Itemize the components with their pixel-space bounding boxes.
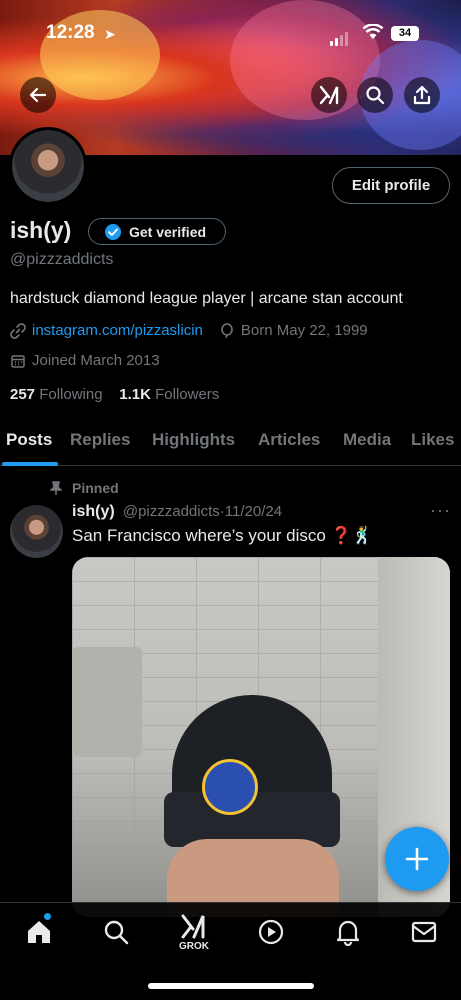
profile-handle: @pizzzaddicts	[10, 251, 114, 268]
nav-home[interactable]	[24, 917, 54, 947]
nav-grok-label: GROK	[179, 941, 209, 952]
grok-icon	[181, 914, 205, 939]
following-count: 257	[10, 386, 36, 403]
search-button[interactable]	[357, 77, 393, 113]
nav-video[interactable]	[256, 917, 286, 947]
balloon-icon	[221, 322, 233, 338]
nav-notifications[interactable]	[333, 917, 363, 947]
profile-joined-row: Joined March 2013	[10, 352, 160, 369]
profile-bio: hardstuck diamond league player | arcane…	[10, 290, 403, 307]
home-icon	[28, 921, 50, 943]
nav-search[interactable]	[101, 917, 131, 947]
verified-badge-icon	[105, 223, 121, 240]
home-notification-dot	[44, 913, 51, 920]
nav-grok[interactable]	[178, 911, 208, 941]
follow-stats: 257 Following 1.1K Followers	[10, 386, 219, 403]
following-label: Following	[39, 386, 103, 403]
pinned-label: Pinned	[50, 480, 119, 496]
followers-count: 1.1K	[119, 386, 151, 403]
profile-link[interactable]: instagram.com/pizzaslicin	[32, 322, 203, 339]
mail-icon	[411, 921, 437, 943]
edit-profile-button[interactable]: Edit profile	[332, 167, 450, 204]
location-icon: ➤	[104, 26, 116, 42]
search-icon	[366, 86, 385, 105]
photo-beanie-logo	[202, 759, 258, 815]
back-arrow-icon	[29, 87, 47, 103]
profile-tabs: Posts Replies Highlights Articles Media …	[0, 422, 461, 466]
tab-media[interactable]: Media	[343, 430, 391, 450]
back-button[interactable]	[20, 77, 56, 113]
photo-dispenser	[72, 647, 142, 757]
post-avatar[interactable]	[10, 505, 63, 558]
play-icon	[258, 919, 284, 945]
share-icon	[413, 85, 431, 105]
home-indicator	[148, 983, 314, 989]
search-icon	[104, 920, 129, 945]
calendar-icon	[11, 354, 25, 368]
get-verified-label: Get verified	[129, 223, 207, 240]
post-author[interactable]: ish(y)	[72, 503, 115, 520]
tab-articles[interactable]: Articles	[258, 430, 320, 450]
avatar-image	[10, 505, 63, 558]
post-header: ish(y) @pizzzaddicts·11/20/24	[72, 503, 282, 521]
followers-label: Followers	[155, 386, 220, 403]
link-icon	[10, 322, 26, 339]
post-more-button[interactable]: ···	[430, 500, 451, 521]
nav-messages[interactable]	[409, 917, 439, 947]
get-verified-button[interactable]: Get verified	[88, 218, 226, 245]
battery-indicator: 34	[391, 26, 419, 41]
tab-replies[interactable]: Replies	[70, 430, 130, 450]
bottom-navigation: GROK	[0, 902, 461, 1000]
compose-button[interactable]	[385, 827, 449, 891]
post-date[interactable]: 11/20/24	[225, 503, 282, 520]
plus-icon	[405, 847, 429, 871]
profile-birthday: Born May 22, 1999	[240, 322, 368, 339]
tab-highlights[interactable]: Highlights	[152, 430, 235, 450]
pinned-text: Pinned	[72, 480, 119, 496]
profile-name: ish(y)	[10, 217, 72, 243]
post-text: San Francisco where’s your disco ❓🕺	[72, 526, 373, 545]
status-bar: 12:28 ➤ 34	[0, 18, 461, 48]
signal-icon	[330, 28, 350, 46]
post-handle[interactable]: @pizzzaddicts	[123, 503, 220, 520]
avatar-image	[12, 130, 84, 202]
grok-button[interactable]	[311, 77, 347, 113]
wifi-icon	[362, 23, 384, 45]
tab-posts[interactable]: Posts	[6, 430, 52, 450]
profile-joined: Joined March 2013	[32, 352, 160, 369]
grok-icon	[319, 85, 339, 105]
pin-icon	[50, 481, 62, 495]
tab-likes[interactable]: Likes	[411, 430, 454, 450]
followers-link[interactable]: 1.1K Followers	[119, 386, 219, 403]
status-time: 12:28	[46, 22, 95, 43]
bell-icon	[336, 920, 360, 946]
following-link[interactable]: 257 Following	[10, 386, 103, 403]
profile-meta-row: instagram.com/pizzaslicin Born May 22, 1…	[10, 322, 368, 339]
profile-avatar[interactable]	[9, 127, 87, 205]
active-tab-indicator	[2, 462, 58, 466]
share-button[interactable]	[404, 77, 440, 113]
